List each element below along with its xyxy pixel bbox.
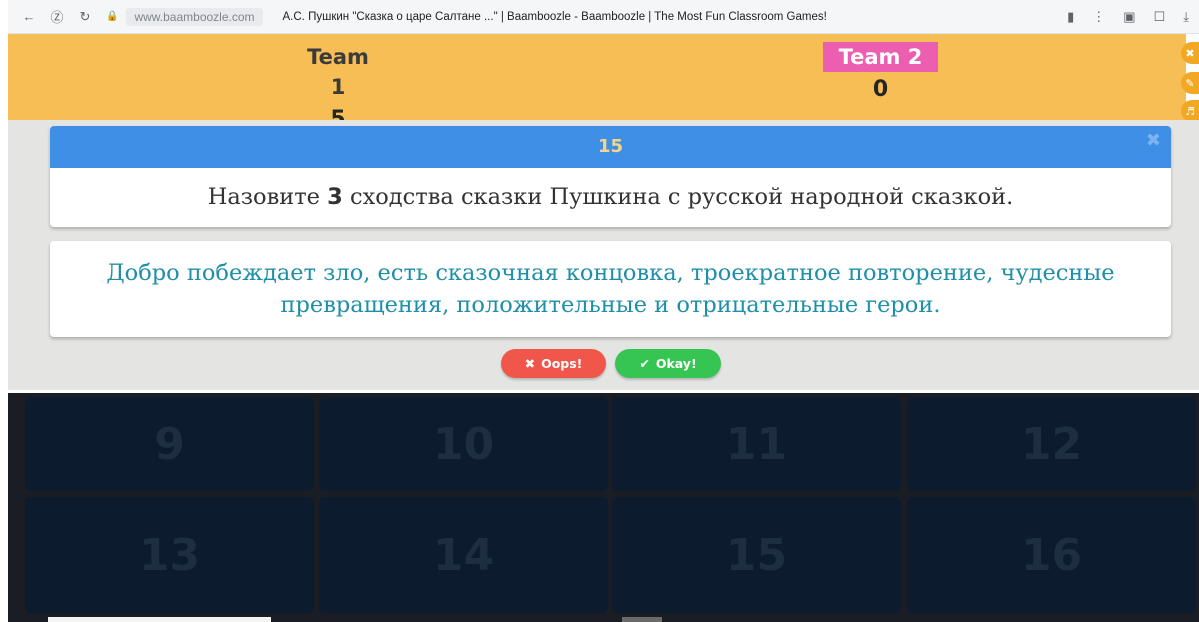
question-number: 15 (50, 126, 1171, 168)
pencil-icon[interactable]: ✎ (1181, 72, 1199, 94)
yandex-icon[interactable]: Ⓩ (50, 10, 64, 25)
tile[interactable]: 12 (907, 397, 1196, 491)
tile[interactable]: 15 (612, 497, 901, 613)
menu-dots-icon[interactable]: ⋮ (1092, 9, 1105, 25)
question-text: Назовите 3 сходства сказки Пушкина с рус… (207, 184, 1014, 210)
browser-actions: ▮ ⋮ ▣ ☐ ⤓ (1067, 0, 1189, 34)
download-icon[interactable]: ⤓ (1183, 9, 1189, 25)
tile[interactable]: 16 (907, 497, 1196, 613)
close-icon[interactable]: ✖ (1181, 42, 1199, 64)
team-score: 0 (872, 77, 889, 102)
team-name: Team 1 (307, 45, 369, 99)
check-icon: ✔ (639, 356, 650, 371)
tile[interactable]: 10 (319, 397, 608, 491)
close-icon[interactable]: ✖ (1146, 130, 1161, 151)
footer-bar (622, 617, 662, 622)
address-domain[interactable]: www.baamboozle.com (126, 7, 263, 26)
bookmark-icon[interactable]: ▮ (1067, 9, 1074, 25)
answer-card: Добро побеждает зло, есть сказочная конц… (50, 241, 1171, 337)
translate-icon[interactable]: ▣ (1123, 9, 1135, 25)
footer-bar (48, 617, 271, 622)
team-name: Team 2 (823, 42, 938, 72)
lock-icon: 🔒 (106, 11, 119, 22)
browser-toolbar: ← Ⓩ ↻ 🔒 www.baamboozle.com А.С. Пушкин "… (8, 0, 1199, 34)
back-icon[interactable]: ← (22, 9, 36, 24)
oops-button[interactable]: ✖ Oops! (501, 349, 606, 378)
score-band: Team 1 5 Team 2 0 (8, 34, 1186, 132)
tile[interactable]: 11 (612, 397, 901, 491)
x-icon: ✖ (524, 356, 536, 371)
question-card: 15 ✖ Назовите 3 сходства сказки Пушкина … (50, 126, 1171, 227)
okay-button[interactable]: ✔ Okay! (615, 349, 721, 378)
page-title: А.С. Пушкин "Сказка о царе Салтане ..." … (282, 10, 827, 23)
tile[interactable]: 13 (25, 497, 314, 613)
reload-icon[interactable]: ↻ (78, 9, 92, 24)
extension-icon[interactable]: ☐ (1154, 9, 1166, 25)
tile[interactable]: 14 (319, 497, 608, 613)
team-2-panel[interactable]: Team 2 0 (823, 42, 938, 108)
tile[interactable]: 9 (25, 397, 314, 491)
sound-icon[interactable]: ♬ (1181, 100, 1199, 122)
answer-text: Добро побеждает зло, есть сказочная конц… (106, 260, 1115, 318)
